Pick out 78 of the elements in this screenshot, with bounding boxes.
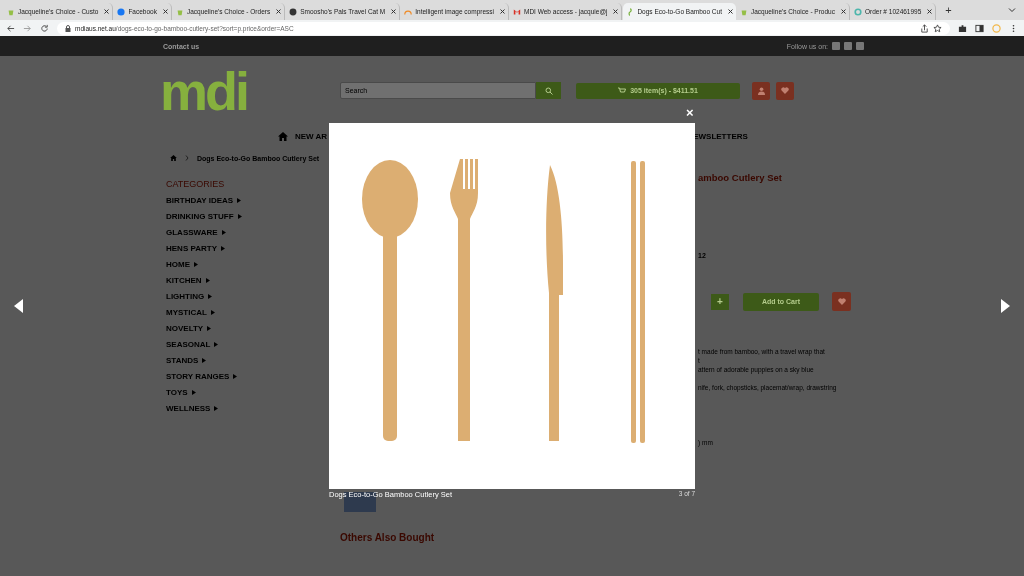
category-link[interactable]: STORY RANGES bbox=[160, 368, 330, 384]
arrow-right-icon bbox=[1000, 299, 1010, 313]
search-icon bbox=[544, 86, 553, 95]
category-link[interactable]: LIGHTING bbox=[160, 288, 330, 304]
caret-right-icon bbox=[208, 293, 213, 299]
wishlist-button[interactable] bbox=[832, 292, 851, 311]
shopping-bag-icon bbox=[739, 7, 748, 16]
category-link[interactable]: BIRTHDAY IDEAS bbox=[160, 192, 330, 208]
category-link[interactable]: KITCHEN bbox=[160, 272, 330, 288]
close-icon[interactable] bbox=[727, 9, 733, 14]
logo[interactable]: mdi bbox=[160, 63, 330, 118]
star-icon[interactable] bbox=[933, 23, 942, 33]
back-icon[interactable] bbox=[6, 23, 15, 33]
shopping-bag-icon bbox=[175, 7, 184, 16]
facebook-icon bbox=[117, 7, 126, 16]
caret-right-icon bbox=[210, 309, 215, 315]
caret-right-icon bbox=[237, 213, 242, 219]
product-title: amboo Cutlery Set bbox=[698, 172, 783, 185]
search-button[interactable] bbox=[536, 82, 561, 99]
nav-item[interactable]: NEW AR bbox=[295, 131, 328, 141]
close-icon[interactable] bbox=[391, 9, 397, 14]
category-link[interactable]: NOVELTY bbox=[160, 320, 330, 336]
caret-right-icon bbox=[191, 389, 196, 395]
mail-icon bbox=[513, 7, 521, 16]
caret-right-icon bbox=[214, 405, 219, 411]
category-link[interactable]: WELLNESS bbox=[160, 400, 330, 416]
close-button[interactable]: × bbox=[684, 106, 696, 120]
quantity-plus-button[interactable]: + bbox=[711, 293, 729, 310]
home-icon[interactable] bbox=[278, 131, 288, 141]
new-tab-button[interactable]: + bbox=[941, 4, 956, 16]
categories-title: CATEGORIES bbox=[165, 178, 226, 191]
category-link[interactable]: DRINKING STUFF bbox=[160, 208, 330, 224]
leaf-icon bbox=[626, 7, 635, 16]
heart-icon bbox=[781, 87, 789, 94]
caret-right-icon bbox=[205, 277, 210, 283]
close-icon[interactable] bbox=[276, 9, 282, 14]
caret-right-icon bbox=[202, 357, 207, 363]
category-link[interactable]: HENS PARTY bbox=[160, 240, 330, 256]
next-button[interactable] bbox=[1000, 299, 1010, 313]
ring-icon bbox=[853, 7, 862, 16]
shopping-bag-icon bbox=[7, 7, 15, 16]
caret-right-icon bbox=[194, 261, 198, 267]
chevron-right-icon bbox=[185, 155, 189, 161]
close-icon[interactable] bbox=[840, 9, 846, 14]
wishlist-button[interactable] bbox=[776, 81, 794, 100]
section-heading: Others Also Bought bbox=[340, 532, 436, 543]
category-link[interactable]: HOME bbox=[160, 256, 330, 272]
category-link[interactable]: STANDS bbox=[160, 352, 330, 368]
home-icon[interactable] bbox=[170, 155, 177, 161]
heart-icon bbox=[837, 298, 846, 305]
caret-right-icon bbox=[237, 197, 242, 203]
arrow-left-icon bbox=[14, 299, 24, 313]
caret-right-icon bbox=[220, 245, 225, 251]
lock-icon bbox=[65, 24, 71, 32]
globe-icon bbox=[289, 7, 298, 16]
close-icon[interactable] bbox=[500, 9, 505, 14]
user-icon bbox=[757, 86, 765, 95]
reload-icon[interactable] bbox=[40, 23, 49, 33]
close-icon[interactable] bbox=[104, 9, 110, 14]
caret-right-icon bbox=[207, 325, 212, 331]
category-link[interactable]: GLASSWARE bbox=[160, 224, 330, 240]
close-icon[interactable] bbox=[613, 9, 619, 14]
category-link[interactable]: TOYS bbox=[160, 384, 330, 400]
sidebar-icon[interactable] bbox=[975, 23, 984, 33]
category-link[interactable]: MYSTICAL bbox=[160, 304, 330, 320]
chevron-down-icon[interactable] bbox=[1008, 6, 1016, 14]
cart-icon bbox=[618, 87, 627, 94]
caret-right-icon bbox=[214, 341, 219, 347]
close-icon[interactable] bbox=[162, 9, 168, 14]
share-icon[interactable] bbox=[920, 23, 929, 33]
category-link[interactable]: SEASONAL bbox=[160, 336, 330, 352]
previous-button[interactable] bbox=[14, 299, 24, 313]
caret-right-icon bbox=[233, 373, 238, 379]
account-button[interactable] bbox=[752, 81, 770, 100]
nav-item[interactable]: EWSLETTERS bbox=[693, 131, 748, 141]
puzzle-icon[interactable] bbox=[958, 23, 967, 33]
caret-right-icon bbox=[221, 229, 226, 235]
close-icon[interactable] bbox=[927, 9, 933, 14]
